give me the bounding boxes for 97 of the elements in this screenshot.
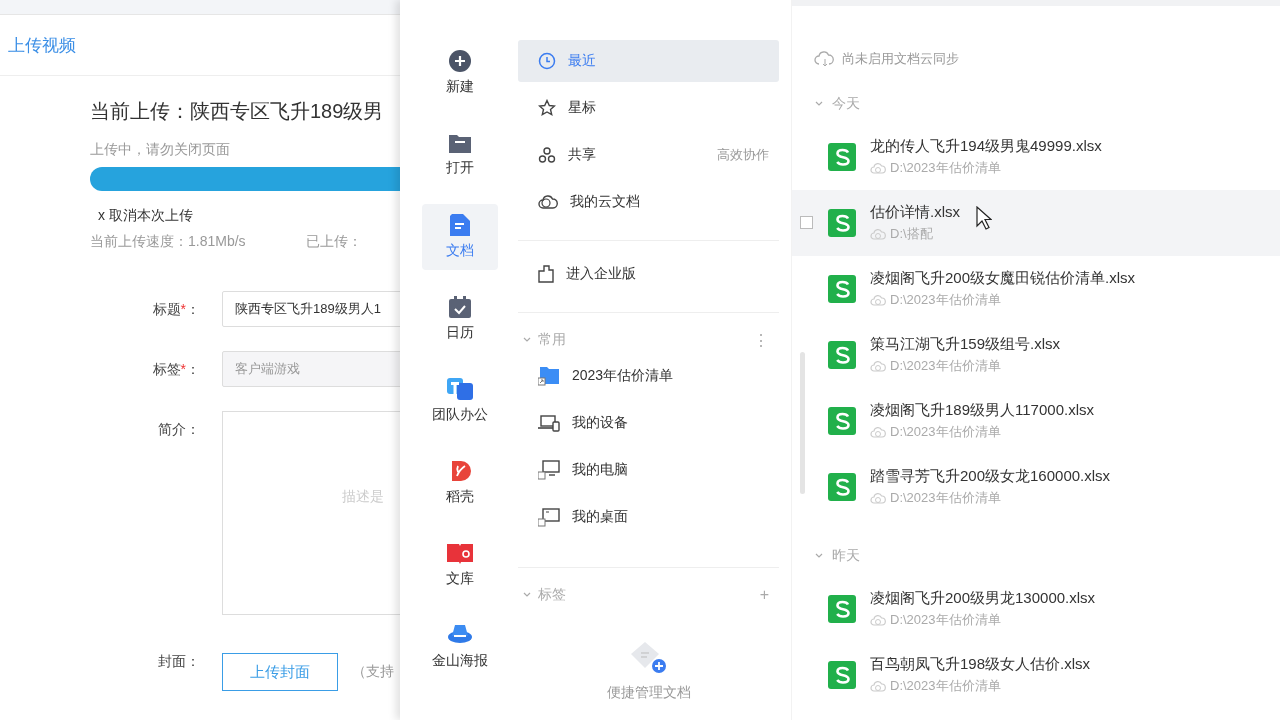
cloud-icon bbox=[870, 679, 886, 693]
nav-item[interactable]: 我的桌面 bbox=[518, 496, 638, 538]
file-name: 凌烟阁飞升200级女魔田锐估价清单.xlsx bbox=[870, 269, 1136, 288]
scrollbar[interactable] bbox=[800, 352, 805, 494]
text-field[interactable]: 陕西专区飞升189级男人1 bbox=[222, 291, 400, 327]
file-path: D:\2023年估价清单 bbox=[890, 611, 1001, 629]
star-icon bbox=[538, 99, 556, 117]
file-name: 凌烟阁飞升189级男人117000.xlsx bbox=[870, 401, 1094, 420]
nav-item[interactable]: 2023年估价清单 bbox=[518, 355, 684, 397]
file-path: D:\2023年估价清单 bbox=[890, 677, 1001, 695]
file-row[interactable]: 凌烟阁飞升189级男人117000.xlsx D:\2023年估价清单 bbox=[792, 388, 1280, 454]
folder-icon bbox=[449, 133, 471, 153]
laptop-icon bbox=[538, 414, 560, 432]
rail-item[interactable]: 稻壳 bbox=[422, 450, 498, 516]
field-label: 标签*： bbox=[151, 360, 200, 379]
group-title: 今天 bbox=[832, 95, 860, 113]
rail-item[interactable]: 日历 bbox=[422, 286, 498, 352]
file-row[interactable]: 百鸟朝凤飞升198级女人估价.xlsx D:\2023年估价清单 bbox=[792, 642, 1280, 708]
upload-status: 上传中，请勿关闭页面 bbox=[90, 141, 231, 159]
rail-item[interactable]: 文库 bbox=[422, 532, 498, 598]
spreadsheet-icon bbox=[828, 341, 856, 369]
spreadsheet-icon bbox=[828, 143, 856, 171]
cloud-icon bbox=[538, 194, 558, 210]
file-path: D:\2023年估价清单 bbox=[890, 489, 1001, 507]
file-path: D:\2023年估价清单 bbox=[890, 423, 1001, 441]
group-title: 昨天 bbox=[832, 547, 860, 565]
field-label: 简介： bbox=[157, 420, 200, 439]
upload-title: 当前上传：陕西专区飞升189级男 bbox=[90, 99, 385, 124]
spreadsheet-icon bbox=[828, 595, 856, 623]
file-name: 估价详情.xlsx bbox=[870, 203, 960, 222]
section-title: 常用 bbox=[538, 331, 566, 349]
file-row[interactable]: 踏雪寻芳飞升200级女龙160000.xlsx D:\2023年估价清单 bbox=[792, 454, 1280, 520]
nav-item-note: 高效协作 bbox=[717, 146, 769, 164]
nav-item[interactable]: 共享 高效协作 bbox=[518, 134, 779, 176]
rail-item[interactable]: 打开 bbox=[422, 122, 498, 188]
spreadsheet-icon bbox=[828, 209, 856, 237]
file-row[interactable]: 龙的传人飞升194级男鬼49999.xlsx D:\2023年估价清单 bbox=[792, 124, 1280, 190]
cover-hint: （支持 bbox=[352, 663, 394, 681]
desktop-icon bbox=[538, 507, 560, 527]
file-path: D:\搭配 bbox=[890, 225, 933, 243]
upload-speed: 当前上传速度：1.81Mb/s bbox=[90, 233, 246, 251]
enterprise-link[interactable]: 进入企业版 bbox=[518, 253, 779, 295]
file-path: D:\2023年估价清单 bbox=[890, 291, 1001, 309]
rail-item[interactable]: 金山海报 bbox=[422, 614, 498, 680]
nav-item[interactable]: 我的云文档 bbox=[518, 181, 779, 223]
plus-icon bbox=[449, 50, 471, 72]
cloud-sync-icon bbox=[814, 51, 834, 67]
file-row[interactable]: 凌烟阁飞升200级男龙130000.xlsx D:\2023年估价清单 bbox=[792, 576, 1280, 642]
cloud-icon bbox=[870, 293, 886, 307]
hat-icon bbox=[447, 624, 473, 646]
folder-icon bbox=[538, 366, 560, 386]
file-name: 踏雪寻芳飞升200级女龙160000.xlsx bbox=[870, 467, 1111, 486]
file-row[interactable]: 策马江湖飞升159级组号.xlsx D:\2023年估价清单 bbox=[792, 322, 1280, 388]
uploaded-amount: 已上传： bbox=[305, 233, 362, 251]
rail-item[interactable]: 文档 bbox=[422, 204, 498, 270]
spreadsheet-icon bbox=[828, 661, 856, 689]
cloud-icon bbox=[870, 227, 886, 241]
cancel-upload-link[interactable]: x 取消本次上传 bbox=[98, 207, 400, 225]
spreadsheet-icon bbox=[828, 473, 856, 501]
spreadsheet-icon bbox=[828, 407, 856, 435]
cloud-icon bbox=[870, 491, 886, 505]
nav-item[interactable]: 我的设备 bbox=[518, 402, 638, 444]
file-name: 百鸟朝凤飞升198级女人估价.xlsx bbox=[870, 655, 1091, 674]
spreadsheet-icon bbox=[828, 275, 856, 303]
file-name: 凌烟阁飞升200级男龙130000.xlsx bbox=[870, 589, 1096, 608]
cloud-icon bbox=[870, 359, 886, 373]
nav-item[interactable]: 星标 bbox=[518, 87, 779, 129]
clock-icon bbox=[538, 52, 556, 70]
page-heading: 上传视频 bbox=[8, 34, 76, 57]
file-name: 策马江湖飞升159级组号.xlsx bbox=[870, 335, 1061, 354]
rail-item[interactable]: 新建 bbox=[422, 40, 498, 106]
file-path: D:\2023年估价清单 bbox=[890, 357, 1001, 375]
book-icon bbox=[447, 542, 473, 564]
cloud-icon bbox=[870, 613, 886, 627]
field-label: 封面： bbox=[157, 652, 200, 671]
cursor-icon bbox=[976, 206, 992, 230]
cloud-icon bbox=[870, 161, 886, 175]
calendar-icon bbox=[449, 296, 471, 318]
file-name: 龙的传人飞升194级男鬼49999.xlsx bbox=[870, 137, 1102, 156]
checkbox[interactable] bbox=[800, 216, 813, 229]
section-title: 标签 bbox=[538, 586, 566, 604]
file-row[interactable]: 估价详情.xlsx D:\搭配 bbox=[792, 190, 1280, 256]
nav-item[interactable]: 我的电脑 bbox=[518, 449, 638, 491]
nav-item[interactable]: 最近 bbox=[518, 40, 779, 82]
building-icon bbox=[538, 265, 554, 283]
field-label: 标题*： bbox=[151, 300, 200, 319]
cloud-icon bbox=[870, 425, 886, 439]
rail-item[interactable]: 团队办公 bbox=[422, 368, 498, 434]
empty-tags-text: 便捷管理文档 bbox=[606, 684, 691, 702]
document-icon bbox=[450, 214, 470, 236]
monitor-icon bbox=[538, 460, 560, 480]
share-icon bbox=[538, 146, 556, 164]
team-icon bbox=[447, 378, 473, 400]
sync-notice: 尚未启用文档云同步 bbox=[842, 50, 959, 68]
file-path: D:\2023年估价清单 bbox=[890, 159, 1001, 177]
file-row[interactable]: 凌烟阁飞升200级女魔田锐估价清单.xlsx D:\2023年估价清单 bbox=[792, 256, 1280, 322]
leaf-icon bbox=[449, 460, 471, 482]
